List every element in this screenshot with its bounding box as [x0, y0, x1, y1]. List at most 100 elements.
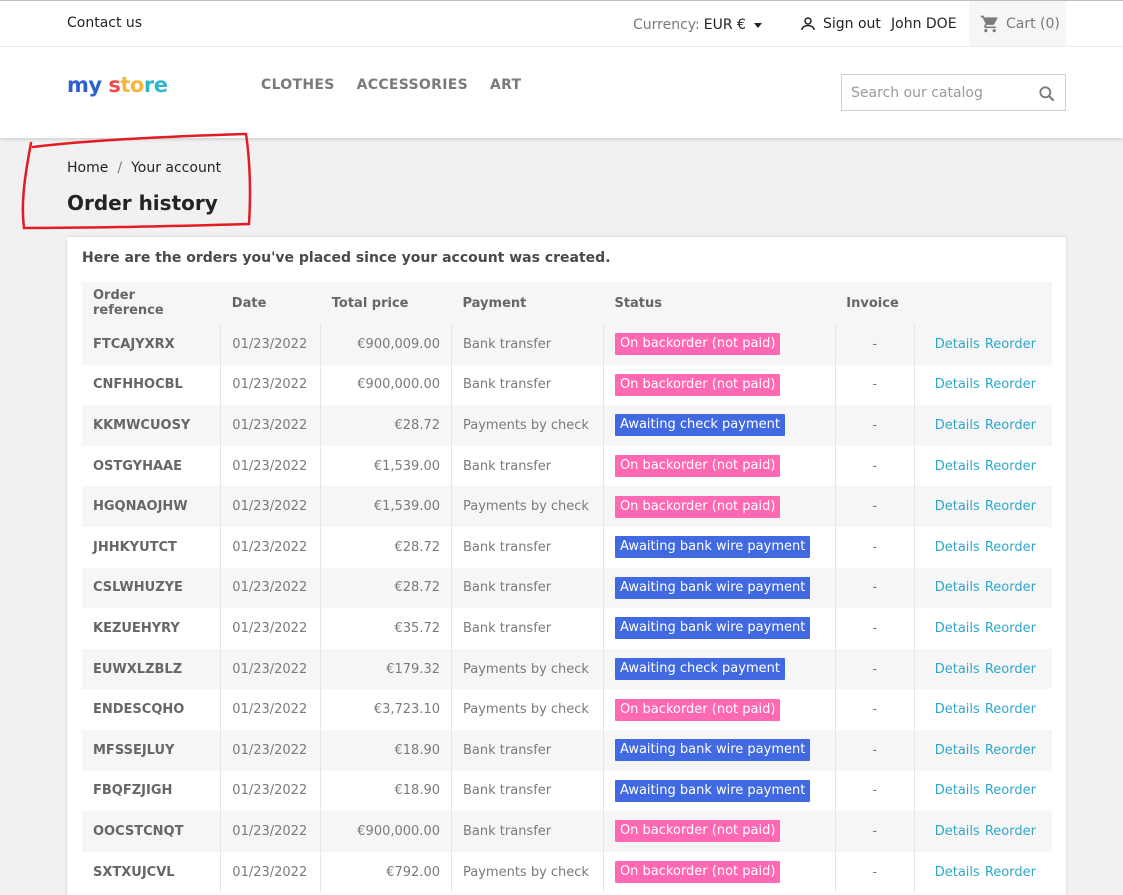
- table-row: MFSSEJLUY 01/23/2022 €18.90 Bank transfer Aw…: [82, 729, 1052, 771]
- reorder-link[interactable]: Reorder: [985, 865, 1036, 880]
- details-link[interactable]: Details: [935, 702, 980, 717]
- reorder-link[interactable]: Reorder: [985, 621, 1036, 636]
- order-payment: Bank transfer: [451, 811, 604, 852]
- order-total-price: €28.72: [320, 405, 452, 446]
- reorder-link[interactable]: Reorder: [985, 824, 1036, 839]
- details-link[interactable]: Details: [935, 783, 980, 798]
- store-logo[interactable]: my store: [67, 73, 168, 97]
- order-total-price: €900,000.00: [320, 364, 452, 406]
- order-date: 01/23/2022: [220, 405, 322, 446]
- reorder-link[interactable]: Reorder: [985, 540, 1036, 555]
- details-link[interactable]: Details: [935, 377, 980, 392]
- order-payment: Payments by check: [451, 486, 604, 527]
- search-box: [841, 74, 1066, 111]
- status-badge: Awaiting bank wire payment: [614, 536, 811, 559]
- menu-item-accessories[interactable]: ACCESSORIES: [357, 77, 468, 93]
- page-title: Order history: [67, 191, 218, 215]
- shopping-cart-icon: [980, 15, 998, 32]
- details-link[interactable]: Details: [935, 865, 980, 880]
- status-badge: Awaiting bank wire payment: [614, 617, 811, 640]
- order-invoice: -: [835, 811, 915, 852]
- order-reference: MFSSEJLUY: [82, 729, 222, 771]
- order-total-price: €35.72: [320, 608, 452, 649]
- contact-us-link[interactable]: Contact us: [67, 15, 142, 31]
- cart-label[interactable]: Cart (0): [1006, 16, 1060, 32]
- reorder-link[interactable]: Reorder: [985, 743, 1036, 758]
- details-link[interactable]: Details: [935, 540, 980, 555]
- details-link[interactable]: Details: [935, 824, 980, 839]
- order-invoice: -: [835, 324, 915, 365]
- order-history-card: Here are the orders you've placed since …: [67, 237, 1066, 895]
- order-actions: Details Reorder: [914, 771, 1052, 812]
- order-status-cell: Awaiting bank wire payment: [603, 526, 836, 568]
- col-date: Date: [231, 295, 267, 311]
- order-reference: CSLWHUZYE: [82, 567, 222, 609]
- reorder-link[interactable]: Reorder: [985, 377, 1036, 392]
- user-icon: [801, 17, 815, 31]
- status-badge: Awaiting bank wire payment: [614, 576, 811, 599]
- order-reference: KKMWCUOSY: [82, 405, 222, 446]
- status-badge: On backorder (not paid): [614, 820, 781, 843]
- details-link[interactable]: Details: [935, 499, 980, 514]
- order-invoice: -: [835, 486, 915, 527]
- sign-out-link[interactable]: Sign out: [799, 15, 881, 33]
- table-row: EUWXLZBLZ 01/23/2022 €179.32 Payments by ch…: [82, 648, 1052, 690]
- details-link[interactable]: Details: [935, 662, 980, 677]
- order-reference: OSTGYHAAE: [82, 445, 222, 487]
- details-link[interactable]: Details: [935, 743, 980, 758]
- order-actions: Details Reorder: [914, 730, 1052, 771]
- reorder-link[interactable]: Reorder: [985, 580, 1036, 595]
- order-payment: Payments by check: [451, 648, 604, 690]
- details-link[interactable]: Details: [935, 459, 980, 474]
- reorder-link[interactable]: Reorder: [985, 459, 1036, 474]
- breadcrumb-your-account[interactable]: Your account: [131, 160, 221, 176]
- order-reference: HGQNAOJHW: [82, 486, 222, 527]
- status-badge: Awaiting bank wire payment: [614, 779, 811, 802]
- order-payment: Bank transfer: [451, 770, 604, 812]
- order-payment: Bank transfer: [451, 324, 604, 365]
- details-link[interactable]: Details: [935, 337, 980, 352]
- breadcrumb-home[interactable]: Home: [67, 160, 108, 176]
- order-status-cell: Awaiting check payment: [603, 405, 836, 446]
- reorder-link[interactable]: Reorder: [985, 337, 1036, 352]
- order-invoice: -: [835, 526, 915, 568]
- order-actions: Details Reorder: [914, 446, 1052, 487]
- order-total-price: €3,723.10: [320, 689, 452, 730]
- reorder-link[interactable]: Reorder: [985, 499, 1036, 514]
- order-date: 01/23/2022: [220, 689, 322, 730]
- menu-item-art[interactable]: ART: [490, 77, 521, 93]
- orders-table-body: FTCAJYXRX 01/23/2022 €900,009.00 Bank trans…: [82, 324, 1052, 893]
- status-badge: Awaiting check payment: [614, 414, 785, 437]
- order-actions: Details Reorder: [914, 689, 1052, 730]
- search-icon[interactable]: [1037, 84, 1057, 104]
- table-row: KEZUEHYRY 01/23/2022 €35.72 Bank transfer Aw…: [82, 608, 1052, 649]
- account-name-link[interactable]: John DOE: [891, 16, 957, 32]
- currency-selector[interactable]: Currency: EUR €: [633, 17, 762, 33]
- chevron-down-icon[interactable]: [753, 22, 762, 28]
- order-date: 01/23/2022: [220, 486, 322, 527]
- reorder-link[interactable]: Reorder: [985, 662, 1036, 677]
- currency-label: Currency:: [633, 17, 700, 33]
- order-status-cell: Awaiting bank wire payment: [603, 729, 836, 771]
- details-link[interactable]: Details: [935, 621, 980, 636]
- order-payment: Payments by check: [451, 405, 604, 446]
- table-row: HGQNAOJHW 01/23/2022 €1,539.00 Payments by …: [82, 486, 1052, 527]
- sign-out-label[interactable]: Sign out: [823, 16, 881, 32]
- order-reference: FTCAJYXRX: [82, 324, 222, 365]
- reorder-link[interactable]: Reorder: [985, 783, 1036, 798]
- details-link[interactable]: Details: [935, 418, 980, 433]
- reorder-link[interactable]: Reorder: [985, 418, 1036, 433]
- order-reference: OOCSTCNQT: [82, 811, 222, 852]
- details-link[interactable]: Details: [935, 580, 980, 595]
- menu-item-clothes[interactable]: CLOTHES: [261, 77, 335, 93]
- reorder-link[interactable]: Reorder: [985, 702, 1036, 717]
- order-payment: Bank transfer: [451, 526, 604, 568]
- currency-value[interactable]: EUR €: [704, 17, 746, 33]
- orders-table: Order reference Date Total price Payment…: [82, 282, 1052, 893]
- order-date: 01/23/2022: [220, 445, 322, 487]
- order-invoice: -: [835, 445, 915, 487]
- cart-button[interactable]: Cart (0): [969, 1, 1066, 46]
- order-total-price: €900,000.00: [320, 811, 452, 852]
- table-row: CNFHHOCBL 01/23/2022 €900,000.00 Bank trans…: [82, 364, 1052, 406]
- search-input[interactable]: [842, 75, 1032, 110]
